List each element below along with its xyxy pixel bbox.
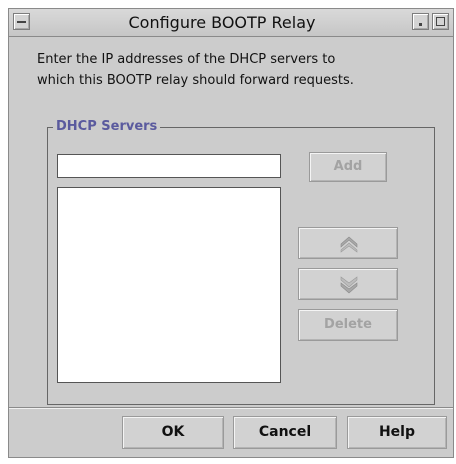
delete-button[interactable]: Delete	[298, 309, 398, 341]
dhcp-server-input[interactable]	[57, 154, 281, 178]
maximize-button[interactable]	[432, 13, 449, 30]
window-menu-button[interactable]	[13, 13, 30, 30]
chevron-down-double-icon	[340, 276, 358, 294]
window-title: Configure BOOTP Relay	[128, 13, 316, 32]
cancel-button[interactable]: Cancel	[233, 416, 337, 449]
move-up-button[interactable]	[298, 227, 398, 259]
dialog-window: Configure BOOTP Relay Enter the IP addre…	[8, 8, 454, 458]
help-button[interactable]: Help	[347, 416, 447, 449]
move-down-button[interactable]	[298, 268, 398, 300]
minimize-icon	[419, 23, 422, 26]
minimize-button[interactable]	[412, 13, 429, 30]
ok-button[interactable]: OK	[122, 416, 224, 449]
button-bar-separator	[9, 407, 453, 409]
instruction-line-2: which this BOOTP relay should forward re…	[37, 73, 354, 88]
add-button[interactable]: Add	[309, 152, 387, 182]
dhcp-server-list[interactable]	[57, 187, 281, 383]
instruction-line-1: Enter the IP addresses of the DHCP serve…	[37, 52, 336, 67]
instruction-text: Enter the IP addresses of the DHCP serve…	[37, 49, 437, 91]
title-bar[interactable]: Configure BOOTP Relay	[9, 9, 453, 37]
chevron-up-double-icon	[340, 236, 358, 253]
dhcp-servers-group-title: DHCP Servers	[53, 119, 161, 134]
maximize-icon	[436, 17, 445, 26]
window-menu-icon	[17, 21, 26, 23]
